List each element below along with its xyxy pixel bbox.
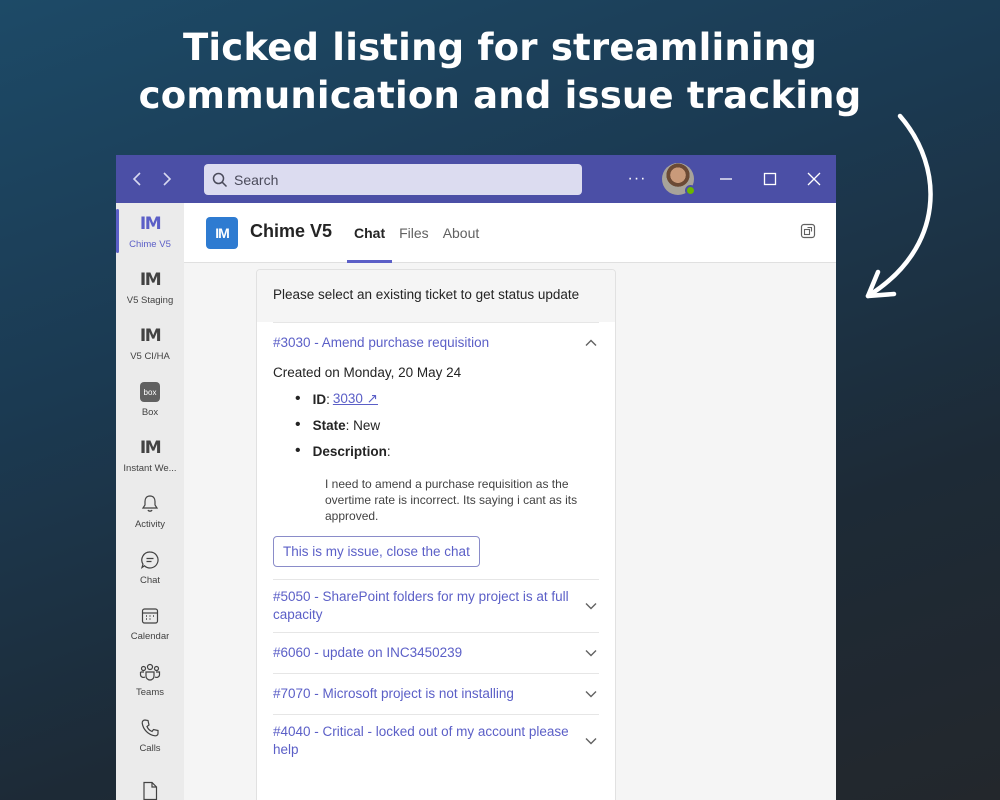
tab-files[interactable]: Files	[392, 203, 436, 263]
rail-item-label: V5 CI/HA	[130, 351, 170, 362]
phone-icon	[141, 719, 159, 737]
ticket-title: #5050 - SharePoint folders for my projec…	[273, 589, 569, 622]
headline: Ticked listing for streamlining communic…	[0, 24, 1000, 120]
rail-item-calls[interactable]: Calls	[116, 707, 184, 763]
title-bar: Search ···	[116, 155, 836, 203]
rail-item-chat[interactable]: Chat	[116, 539, 184, 595]
presence-badge	[685, 185, 696, 196]
bell-icon	[141, 495, 159, 512]
rail-item-label: Box	[141, 407, 159, 418]
ticket-card: Please select an existing ticket to get …	[256, 269, 616, 800]
ticket-header[interactable]: #3030 - Amend purchase requisition	[273, 323, 599, 363]
field-state: State: New	[295, 412, 599, 438]
chevron-down-icon	[585, 650, 597, 657]
calendar-icon	[141, 608, 159, 624]
rail-item-box[interactable]: box Box	[116, 371, 184, 427]
im-app-icon: IM	[139, 214, 162, 234]
app-header: IM Chime V5 Chat Files About	[184, 203, 836, 263]
rail-item-chime-v5[interactable]: IM Chime V5	[116, 203, 184, 259]
rail-item-label: Chat	[139, 575, 161, 586]
file-icon	[143, 781, 158, 800]
ticket-header[interactable]: #7070 - Microsoft project is not install…	[273, 674, 599, 714]
minimize-icon	[720, 178, 732, 180]
chevron-left-icon	[132, 172, 141, 186]
app-logo: IM	[206, 217, 238, 249]
rail-item-v5-staging[interactable]: IM V5 Staging	[116, 259, 184, 315]
ticket-header[interactable]: #4040 - Critical - locked out of my acco…	[273, 715, 599, 767]
field-description-label: Description	[312, 443, 387, 459]
rail-item-files[interactable]	[116, 763, 184, 800]
rail-item-label: V5 Staging	[126, 295, 174, 306]
chat-icon	[140, 551, 159, 569]
ticket-id-link[interactable]: 3030 ↗	[333, 391, 378, 407]
box-app-icon: box	[140, 382, 160, 402]
app-rail: IM Chime V5 IM V5 Staging IM V5 CI/HA bo…	[116, 203, 184, 800]
search-input[interactable]: Search	[204, 164, 582, 195]
rail-item-instant-we[interactable]: IM Instant We...	[116, 427, 184, 483]
back-button[interactable]	[122, 155, 152, 203]
tab-chat[interactable]: Chat	[347, 203, 393, 263]
rail-item-activity[interactable]: Activity	[116, 483, 184, 539]
ticket-collapsed: #4040 - Critical - locked out of my acco…	[273, 714, 599, 767]
forward-button[interactable]	[152, 155, 182, 203]
chevron-down-icon	[585, 603, 597, 610]
ticket-collapsed: #7070 - Microsoft project is not install…	[273, 673, 599, 714]
title-bar-controls: ···	[618, 155, 836, 203]
minimize-button[interactable]	[704, 155, 748, 203]
rail-item-calendar[interactable]: Calendar	[116, 595, 184, 651]
rail-item-v5-ci-ha[interactable]: IM V5 CI/HA	[116, 315, 184, 371]
ticket-title: #4040 - Critical - locked out of my acco…	[273, 724, 569, 757]
maximize-icon	[763, 172, 777, 186]
field-state-value: New	[353, 417, 381, 433]
field-id-label: ID	[312, 391, 327, 407]
rail-item-label: Chime V5	[129, 239, 171, 250]
field-state-label: State	[312, 417, 346, 433]
tab-about[interactable]: About	[436, 203, 487, 263]
ticket-title: #6060 - update on INC3450239	[273, 645, 463, 660]
ticket-collapsed: #6060 - update on INC3450239	[273, 632, 599, 673]
popout-button[interactable]	[800, 223, 816, 244]
rail-item-label: Instant We...	[123, 463, 177, 474]
im-app-icon: IM	[139, 438, 162, 458]
rail-item-label: Calendar	[130, 631, 170, 642]
ticket-fields: ID: 3030 ↗ State: New Description:	[295, 386, 599, 464]
chevron-up-icon	[585, 339, 597, 346]
ticket-header[interactable]: #6060 - update on INC3450239	[273, 633, 599, 673]
field-description: Description:	[295, 438, 599, 464]
description-text: I need to amend a purchase requisition a…	[325, 477, 578, 523]
ticket-header[interactable]: #5050 - SharePoint folders for my projec…	[273, 580, 599, 632]
field-id: ID: 3030 ↗	[295, 386, 599, 412]
rail-item-label: Teams	[136, 687, 164, 698]
more-options-button[interactable]: ···	[618, 170, 656, 188]
search-placeholder: Search	[234, 171, 279, 188]
close-icon	[807, 172, 821, 186]
ticket-title: #3030 - Amend purchase requisition	[273, 335, 490, 350]
rail-item-label: Calls	[139, 743, 161, 754]
ticket-expanded: #3030 - Amend purchase requisition Creat…	[273, 322, 599, 579]
teams-icon	[139, 663, 161, 681]
rail-item-teams[interactable]: Teams	[116, 651, 184, 707]
app-title: Chime V5	[250, 221, 333, 241]
close-chat-button[interactable]: This is my issue, close the chat	[273, 536, 480, 567]
created-date: Created on Monday, 20 May 24	[273, 365, 462, 380]
popout-icon	[800, 223, 816, 239]
close-window-button[interactable]	[792, 155, 836, 203]
search-icon	[212, 172, 228, 187]
chevron-down-icon	[585, 691, 597, 698]
card-prompt: Please select an existing ticket to get …	[257, 270, 615, 322]
im-app-icon: IM	[139, 326, 162, 346]
rail-item-label: Activity	[134, 519, 166, 530]
ticket-collapsed: #5050 - SharePoint folders for my projec…	[273, 579, 599, 632]
tab-bar: Chat Files About	[347, 203, 486, 263]
teams-window: Search ··· IM Chime V5 IM V5 Staging IM …	[116, 155, 836, 800]
headline-line-1: Ticked listing for streamlining	[182, 26, 818, 69]
chevron-right-icon	[163, 172, 172, 186]
im-app-icon: IM	[139, 270, 162, 290]
chevron-down-icon	[585, 738, 597, 745]
maximize-button[interactable]	[748, 155, 792, 203]
ticket-title: #7070 - Microsoft project is not install…	[273, 686, 514, 701]
avatar[interactable]	[662, 163, 696, 196]
curved-arrow-icon	[865, 113, 933, 299]
